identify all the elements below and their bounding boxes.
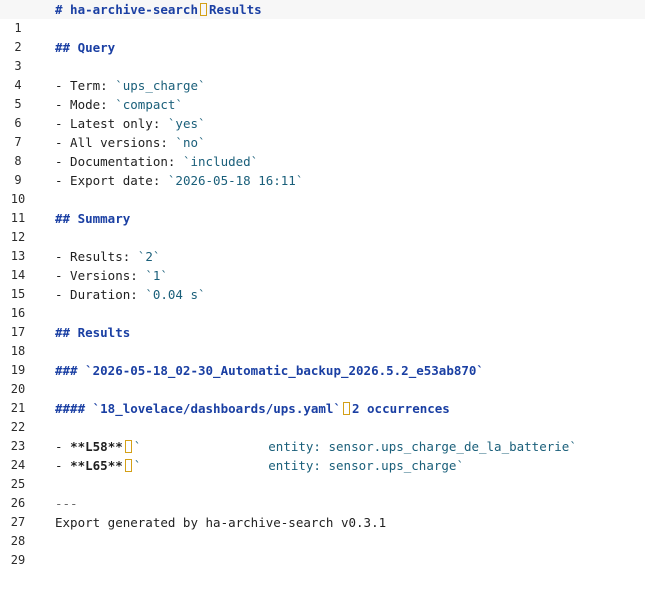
- line-content: - **L58** ` entity: sensor.ups_charge_de_l…: [55, 437, 577, 456]
- unknown-char-box: [124, 459, 132, 472]
- entity-code: entity: sensor.ups_charge: [268, 458, 457, 473]
- line-content: - Versions: `1`: [55, 266, 168, 285]
- editor-line[interactable]: 3 ## Query: [0, 38, 645, 73]
- line-content: ---: [55, 494, 78, 513]
- list-prefix: - Documentation:: [55, 154, 183, 169]
- list-prefix: - Mode:: [55, 97, 116, 112]
- unknown-char-box: [342, 402, 350, 415]
- editor-line[interactable]: 24 - **L58** ` entity: sensor.ups_charge_d…: [0, 437, 645, 472]
- inline-code: `0.04 s`: [145, 287, 206, 302]
- editor-line[interactable]: 12 ## Summary: [0, 209, 645, 244]
- list-prefix: -: [55, 439, 71, 454]
- line-content: - All versions: `no`: [55, 133, 206, 152]
- editor-line[interactable]: 19: [0, 342, 645, 377]
- line-content: # ha-archive-search Results: [55, 0, 262, 19]
- list-prefix: - Export date:: [55, 173, 168, 188]
- editor-line[interactable]: 4: [0, 57, 645, 92]
- line-content: - Results: `2`: [55, 247, 160, 266]
- line-content: ## Summary: [55, 209, 130, 228]
- heading-text: # ha-archive-search: [55, 2, 198, 17]
- editor-line[interactable]: 11: [0, 190, 645, 225]
- inline-code: `no`: [175, 135, 206, 150]
- list-prefix: - Term:: [55, 78, 116, 93]
- editor-line[interactable]: 23: [0, 418, 645, 453]
- line-content: Export generated by ha-archive-search v0…: [55, 513, 386, 532]
- list-prefix: - Duration:: [55, 287, 146, 302]
- editor-line[interactable]: 10 - Export date: `2026-05-18 16:11`: [0, 171, 645, 206]
- line-content: - Mode: `compact`: [55, 95, 183, 114]
- entity-code: entity: sensor.ups_charge_de_la_batterie: [268, 439, 570, 454]
- editor-line[interactable]: 1 # ha-archive-search Results: [0, 0, 645, 35]
- heading-text: ## Summary: [55, 211, 131, 226]
- list-prefix: -: [55, 458, 71, 473]
- list-prefix: - Versions:: [55, 268, 146, 283]
- inline-code: `included`: [182, 154, 259, 169]
- editor-line[interactable]: 14 - Results: `2`: [0, 247, 645, 282]
- list-prefix: - Latest only:: [55, 116, 168, 131]
- line-content: - Export date: `2026-05-18 16:11`: [55, 171, 303, 190]
- editor-line[interactable]: 13: [0, 228, 645, 263]
- heading-text: #### `18_lovelace/dashboards/ups.yaml`: [55, 401, 341, 416]
- list-prefix: - All versions:: [55, 135, 176, 150]
- editor-line[interactable]: 26: [0, 475, 645, 510]
- line-content: - Latest only: `yes`: [55, 114, 206, 133]
- editor-line[interactable]: 20 ### `2026-05-18_02-30_Automatic_backu…: [0, 361, 645, 396]
- heading-text: ### `2026-05-18_02-30_Automatic_backup_2…: [55, 363, 484, 378]
- editor-line[interactable]: 25 - **L65** ` entity: sensor.ups_charge`: [0, 456, 645, 491]
- inline-code: `2026-05-18 16:11`: [167, 173, 304, 188]
- inline-code: `2`: [137, 249, 161, 264]
- editor-line[interactable]: 15 - Versions: `1`: [0, 266, 645, 301]
- unknown-char-box: [200, 3, 207, 16]
- editor-line[interactable]: 7 - Latest only: `yes`: [0, 114, 645, 149]
- heading-text: ## Results: [55, 325, 131, 340]
- line-content: - Term: `ups_charge`: [55, 76, 206, 95]
- inline-code: `ups_charge`: [115, 78, 206, 93]
- horizontal-rule: ---: [55, 496, 78, 511]
- editor-line[interactable]: 28 Export generated by ha-archive-search…: [0, 513, 645, 548]
- editor-line[interactable]: 9 - Documentation: `included`: [0, 152, 645, 187]
- editor-line[interactable]: 18 ## Results: [0, 323, 645, 358]
- heading-text: ## Query: [55, 40, 116, 55]
- bold-marker: **L65**: [70, 458, 123, 473]
- editor-line[interactable]: 2: [0, 19, 645, 54]
- editor-line[interactable]: 16 - Duration: `0.04 s`: [0, 285, 645, 320]
- unknown-char-box: [124, 440, 132, 453]
- editor-line[interactable]: 8 - All versions: `no`: [0, 133, 645, 168]
- bold-marker: **L58**: [70, 439, 123, 454]
- list-prefix: - Results:: [55, 249, 138, 264]
- line-content: ## Results: [55, 323, 130, 342]
- line-content: ### `2026-05-18_02-30_Automatic_backup_2…: [55, 361, 484, 380]
- inline-code: `: [456, 458, 464, 473]
- line-content: #### `18_lovelace/dashboards/ups.yaml` 2 …: [55, 399, 450, 418]
- line-content: ## Query: [55, 38, 115, 57]
- inline-code: `compact`: [115, 97, 183, 112]
- editor-line[interactable]: 29: [0, 532, 645, 567]
- inline-code: `: [133, 439, 142, 454]
- inline-code: `: [133, 458, 142, 473]
- heading-text-rest: Results: [209, 2, 262, 17]
- line-content: - Documentation: `included`: [55, 152, 258, 171]
- line-number: 29: [10, 553, 26, 567]
- editor-line[interactable]: 6 - Mode: `compact`: [0, 95, 645, 130]
- editor-line[interactable]: 22 #### `18_lovelace/dashboards/ups.yaml…: [0, 399, 645, 434]
- footer-text: Export generated by ha-archive-search v0…: [55, 515, 387, 530]
- heading-text-rest: 2 occurrences: [351, 401, 450, 416]
- line-content: - **L65** ` entity: sensor.ups_charge`: [55, 456, 464, 475]
- editor-line[interactable]: 5 - Term: `ups_charge`: [0, 76, 645, 111]
- editor-line[interactable]: 27 ---: [0, 494, 645, 529]
- markdown-editor[interactable]: 1 # ha-archive-search Results 2 3 ## Quer…: [0, 0, 645, 567]
- editor-line[interactable]: 21: [0, 380, 645, 415]
- inline-code: `1`: [145, 268, 168, 283]
- line-content: - Duration: `0.04 s`: [55, 285, 206, 304]
- inline-code: `: [569, 439, 577, 454]
- inline-code: `yes`: [167, 116, 206, 131]
- editor-line[interactable]: 17: [0, 304, 645, 339]
